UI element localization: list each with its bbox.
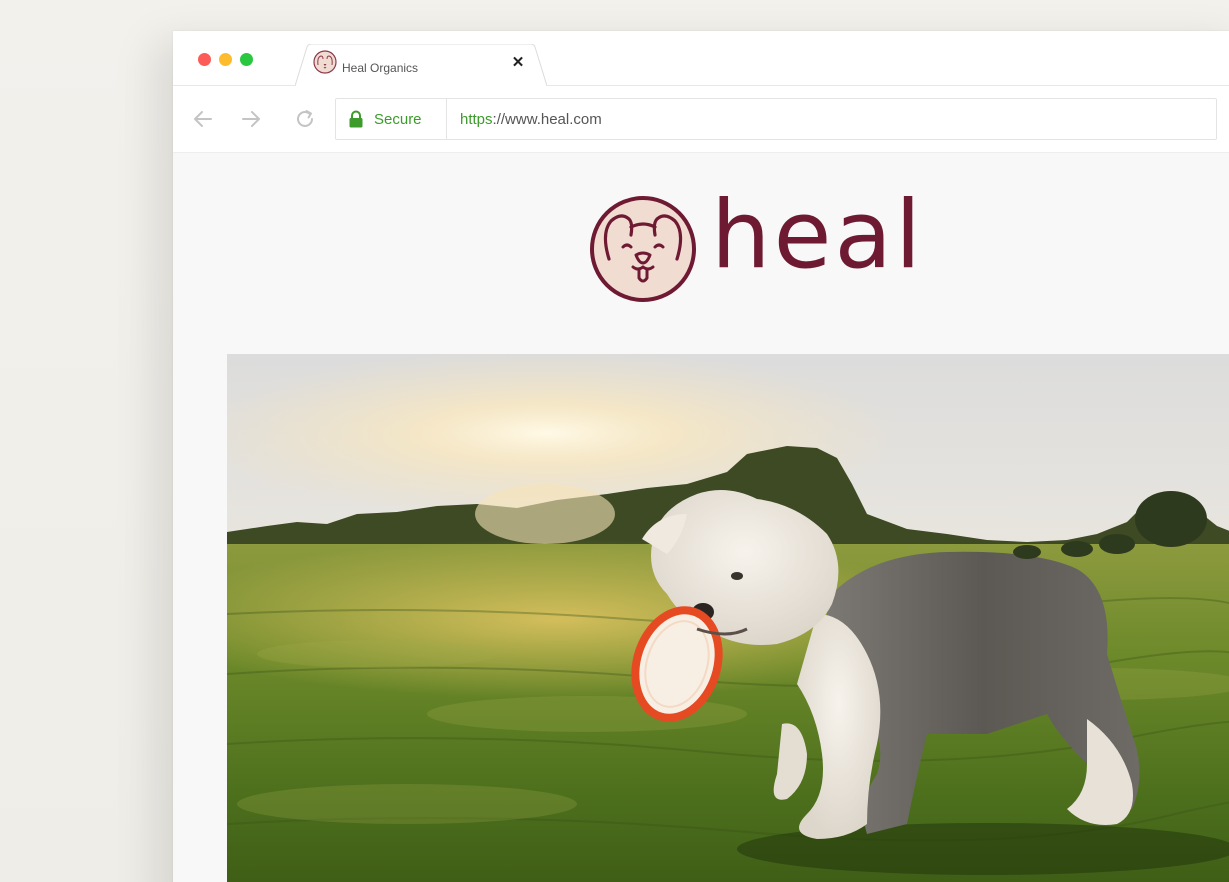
dog-face-logo-icon <box>590 196 696 302</box>
arrow-left-icon[interactable] <box>191 107 215 131</box>
security-indicator[interactable]: Secure <box>336 99 447 139</box>
reload-icon[interactable] <box>293 107 317 131</box>
screen-background: Heal Organics ✕ Secure https://www.heal.… <box>0 0 1229 882</box>
window-controls <box>198 53 253 66</box>
url-text[interactable]: https://www.heal.com <box>460 111 602 128</box>
close-window-button[interactable] <box>198 53 211 66</box>
browser-window: Heal Organics ✕ Secure https://www.heal.… <box>173 31 1229 882</box>
minimize-window-button[interactable] <box>219 53 232 66</box>
hero-image <box>227 354 1229 882</box>
heal-logo[interactable]: heal <box>589 189 921 307</box>
page-content: heal <box>173 153 1229 882</box>
logo-wordmark: heal <box>711 181 925 290</box>
address-bar[interactable]: Secure https://www.heal.com <box>335 98 1217 140</box>
browser-toolbar: Secure https://www.heal.com <box>173 86 1229 153</box>
heal-favicon-icon <box>313 50 337 74</box>
hero-photo-dog-with-frisbee <box>227 354 1229 882</box>
maximize-window-button[interactable] <box>240 53 253 66</box>
url-host: ://www.heal.com <box>492 111 602 128</box>
lock-icon <box>348 110 364 128</box>
tab-close-icon[interactable]: ✕ <box>509 54 527 72</box>
tab-heal-organics[interactable]: Heal Organics ✕ <box>295 44 547 86</box>
arrow-right-icon[interactable] <box>239 107 263 131</box>
tab-title: Heal Organics <box>342 61 419 75</box>
tab-bar: Heal Organics ✕ <box>173 31 1229 86</box>
secure-label: Secure <box>374 111 422 128</box>
url-scheme: https <box>460 111 493 128</box>
